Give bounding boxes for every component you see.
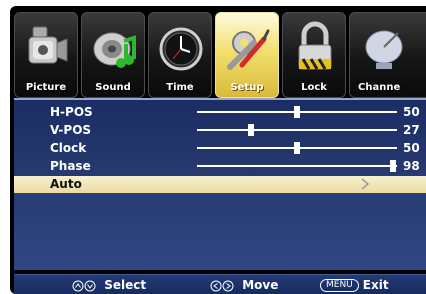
setting-slider-track[interactable] xyxy=(197,129,397,131)
setting-value: 50 xyxy=(403,105,420,119)
tab-sound[interactable]: Sound xyxy=(81,12,145,98)
setting-name: H-POS xyxy=(50,105,93,119)
setting-value: 50 xyxy=(403,141,420,155)
menu-key-icon: MENU xyxy=(320,279,359,292)
camcorder-icon xyxy=(28,26,68,64)
setting-name: Auto xyxy=(50,177,82,191)
padlock-icon xyxy=(298,21,332,70)
osd-menu: Picture Sound Time Setup Lock Channe H-P… xyxy=(10,6,426,294)
setting-row-clock[interactable]: Clock 50 xyxy=(14,140,426,156)
setting-slider-knob[interactable] xyxy=(294,142,300,154)
setting-name: V-POS xyxy=(50,123,92,137)
tab-label: Lock xyxy=(301,82,327,93)
exit-hint: MENU Exit xyxy=(320,277,389,293)
tab-label: Channe xyxy=(358,82,401,93)
setting-slider-track[interactable] xyxy=(197,165,397,167)
footer-hint-bar: Select Move MENU Exit xyxy=(14,274,426,294)
tab-label: Sound xyxy=(95,82,131,93)
setting-slider-knob[interactable] xyxy=(248,124,254,136)
tab-label: Time xyxy=(166,82,194,93)
setting-row-vpos[interactable]: V-POS 27 xyxy=(14,122,426,138)
setting-value: 98 xyxy=(403,159,420,173)
select-hint: Select xyxy=(72,277,146,293)
exit-label: Exit xyxy=(362,278,389,292)
tab-lock[interactable]: Lock xyxy=(282,12,346,98)
tab-time[interactable]: Time xyxy=(148,12,212,98)
left-right-keys-icon xyxy=(210,280,234,291)
setting-slider-knob[interactable] xyxy=(390,160,396,172)
setting-name: Phase xyxy=(50,159,91,173)
setting-value: 27 xyxy=(403,123,420,137)
satellite-dish-icon xyxy=(365,30,403,69)
setting-row-auto[interactable]: Auto xyxy=(14,176,426,193)
setup-panel: H-POS 50 V-POS 27 Clock 50 Phase 98 Auto xyxy=(14,98,426,270)
move-hint: Move xyxy=(210,277,278,293)
setting-name: Clock xyxy=(50,141,87,155)
tab-channel[interactable]: Channe xyxy=(349,12,426,98)
tools-icon xyxy=(227,29,270,70)
tab-label: Setup xyxy=(230,82,264,93)
clock-icon xyxy=(159,27,203,71)
tab-picture[interactable]: Picture xyxy=(14,12,78,98)
setting-row-phase[interactable]: Phase 98 xyxy=(14,158,426,174)
chevron-right-icon xyxy=(361,178,370,190)
tab-setup[interactable]: Setup xyxy=(215,12,279,98)
tab-label: Picture xyxy=(25,82,67,93)
setting-row-hpos[interactable]: H-POS 50 xyxy=(14,104,426,120)
up-down-keys-icon xyxy=(72,280,96,291)
setting-slider-knob[interactable] xyxy=(294,106,300,118)
menu-tabs: Picture Sound Time Setup Lock Channe xyxy=(14,12,426,100)
move-label: Move xyxy=(242,278,279,292)
select-label: Select xyxy=(104,278,147,292)
speaker-note-icon xyxy=(93,32,136,68)
